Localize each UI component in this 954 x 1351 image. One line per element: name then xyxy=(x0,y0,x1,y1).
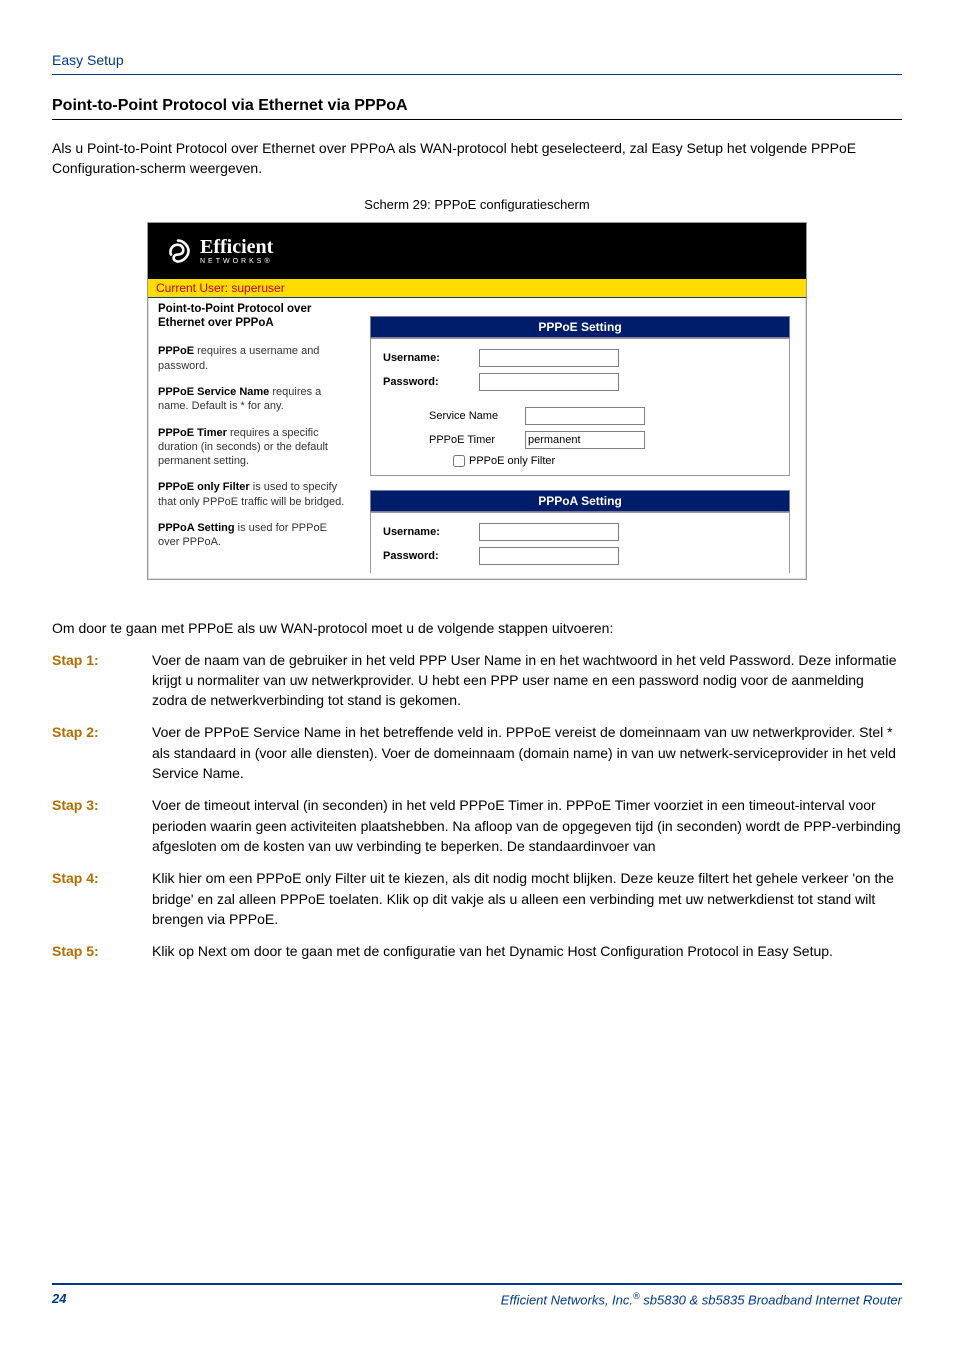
step-text: Voer de timeout interval (in seconden) i… xyxy=(152,795,902,856)
page-footer: 24 Efficient Networks, Inc.® sb5830 & sb… xyxy=(52,1283,902,1307)
logo-sub-text: NETWORKS® xyxy=(200,258,273,265)
help-p2: PPPoE Service Name requires a name. Defa… xyxy=(158,385,348,414)
figure-caption: Scherm 29: PPPoE configuratiescherm xyxy=(52,197,902,212)
screenshot-body: Point-to-Point Protocol over Ethernet ov… xyxy=(148,298,806,579)
settings-area: PPPoE Setting Username: Password: Servic… xyxy=(358,298,806,579)
pppoe-config-screenshot: Efficient NETWORKS® Current User: superu… xyxy=(147,222,807,580)
step-text: Voer de naam van de gebruiker in het vel… xyxy=(152,650,902,711)
title-underline xyxy=(52,119,902,120)
step-text: Klik op Next om door te gaan met de conf… xyxy=(152,941,902,961)
step-text: Klik hier om een PPPoE only Filter uit t… xyxy=(152,868,902,929)
pppoe-username-input[interactable] xyxy=(479,349,619,367)
pppoa-username-label: Username: xyxy=(383,526,479,538)
section-title: Point-to-Point Protocol via Ethernet via… xyxy=(52,97,902,115)
pppoe-panel-header: PPPoE Setting xyxy=(370,316,790,338)
current-user-bar: Current User: superuser xyxy=(148,279,806,298)
logo-swirl-icon xyxy=(164,237,192,265)
help-p4: PPPoE only Filter is used to specify tha… xyxy=(158,480,348,509)
pppoe-password-label: Password: xyxy=(383,376,479,388)
pppoa-password-label: Password: xyxy=(383,550,479,562)
intro-paragraph: Als u Point-to-Point Protocol over Ether… xyxy=(52,138,902,179)
logo-bar: Efficient NETWORKS® xyxy=(148,223,806,279)
pppoe-panel: Username: Password: Service Name PPPoE T… xyxy=(370,338,790,476)
pppoa-password-input[interactable] xyxy=(479,547,619,565)
step-label: Stap 4: xyxy=(52,868,152,929)
step-label: Stap 1: xyxy=(52,650,152,711)
help-p5: PPPoA Setting is used for PPPoE over PPP… xyxy=(158,521,348,550)
step-label: Stap 3: xyxy=(52,795,152,856)
help-p3: PPPoE Timer requires a specific duration… xyxy=(158,426,348,469)
footer-text: Efficient Networks, Inc.® sb5830 & sb583… xyxy=(501,1291,902,1307)
steps-list: Stap 1: Voer de naam van de gebruiker in… xyxy=(52,650,902,962)
step-4: Stap 4: Klik hier om een PPPoE only Filt… xyxy=(52,868,902,929)
page-header-label: Easy Setup xyxy=(52,52,902,68)
service-name-input[interactable] xyxy=(525,407,645,425)
pppoe-only-filter-label: PPPoE only Filter xyxy=(469,455,555,467)
footer-rule xyxy=(52,1283,902,1285)
logo-text-block: Efficient NETWORKS® xyxy=(200,237,273,265)
pppoe-username-label: Username: xyxy=(383,352,479,364)
step-label: Stap 5: xyxy=(52,941,152,961)
step-1: Stap 1: Voer de naam van de gebruiker in… xyxy=(52,650,902,711)
page-number: 24 xyxy=(52,1291,66,1307)
step-label: Stap 2: xyxy=(52,722,152,783)
logo-brand-text: Efficient xyxy=(200,237,273,257)
proceed-text: Om door te gaan met PPPoE als uw WAN-pro… xyxy=(52,620,902,636)
step-5: Stap 5: Klik op Next om door te gaan met… xyxy=(52,941,902,961)
pppoa-username-input[interactable] xyxy=(479,523,619,541)
help-p1: PPPoE requires a username and password. xyxy=(158,344,348,373)
pppoe-password-input[interactable] xyxy=(479,373,619,391)
pppoe-only-filter-checkbox[interactable] xyxy=(453,455,465,467)
pppoa-panel: Username: Password: xyxy=(370,512,790,573)
sidebar-protocol-title: Point-to-Point Protocol over Ethernet ov… xyxy=(158,302,348,331)
step-2: Stap 2: Voer de PPPoE Service Name in he… xyxy=(52,722,902,783)
step-3: Stap 3: Voer de timeout interval (in sec… xyxy=(52,795,902,856)
service-name-label: Service Name xyxy=(429,410,525,422)
help-sidebar: Point-to-Point Protocol over Ethernet ov… xyxy=(148,298,358,579)
step-text: Voer de PPPoE Service Name in het betref… xyxy=(152,722,902,783)
pppoa-panel-header: PPPoA Setting xyxy=(370,490,790,512)
pppoe-timer-input[interactable] xyxy=(525,431,645,449)
pppoe-timer-label: PPPoE Timer xyxy=(429,434,525,446)
header-rule xyxy=(52,74,902,75)
